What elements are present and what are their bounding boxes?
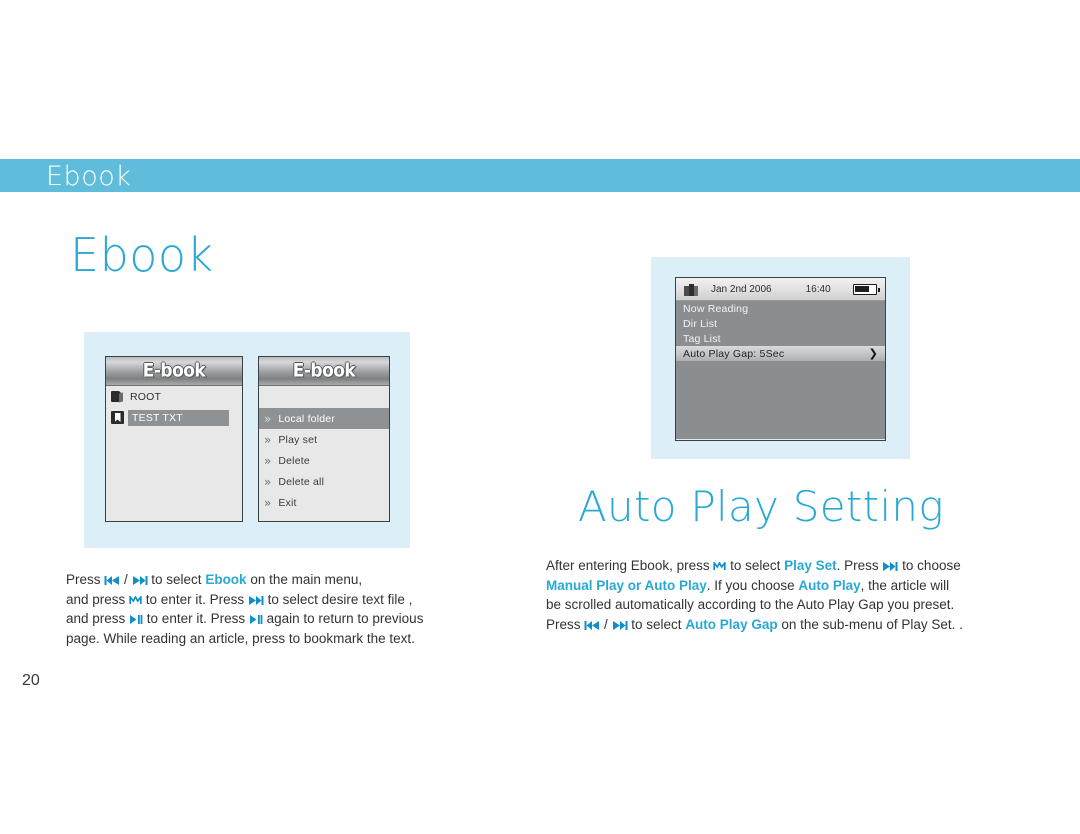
menu-item-delete-all[interactable]: » Delete all <box>259 471 389 492</box>
menu-item-label: Delete all <box>278 475 325 488</box>
text-fragment: and press <box>66 611 130 626</box>
chevron-right-icon: » <box>264 411 272 426</box>
device-titlebar: E-book <box>259 357 389 386</box>
text-fragment: / <box>120 572 132 587</box>
text-fragment: on the main menu, <box>246 572 363 587</box>
next-track-icon <box>882 562 898 571</box>
text-fragment: . Press <box>836 558 883 573</box>
next-track-icon <box>612 620 628 630</box>
play-set-item-dir-list[interactable]: Dir List <box>676 316 885 331</box>
text-fragment: page. While reading an article, press to… <box>66 630 415 646</box>
menu-item-label: Play set <box>278 433 318 446</box>
play-set-item-label: Tag List <box>683 332 721 345</box>
menu-spacer <box>259 386 389 408</box>
text-fragment: / <box>600 616 612 632</box>
play-set-item-label: Now Reading <box>683 302 749 315</box>
text-fragment: to enter it. Press <box>143 611 249 626</box>
device-body: ROOT TEST TXT <box>106 386 242 521</box>
menu-item-exit[interactable]: » Exit <box>259 492 389 513</box>
play-set-item-label: Auto Play Gap: 5Sec <box>683 347 785 360</box>
highlight-auto-play-gap: Auto Play Gap <box>685 616 778 632</box>
menu-item-delete[interactable]: » Delete <box>259 450 389 471</box>
next-track-icon <box>132 576 148 585</box>
text-fragment: be scrolled automatically according to t… <box>546 597 955 612</box>
list-item[interactable]: ROOT <box>106 386 242 407</box>
menu-item-label: Delete <box>278 454 310 467</box>
chevron-right-icon: ❯ <box>868 347 878 360</box>
text-fragment: to choose <box>898 558 961 573</box>
text-fragment: again to return to previous <box>262 611 424 626</box>
instructions-ebook: Press / to select Ebook on the main menu… <box>66 570 536 648</box>
menu-key-icon <box>713 562 726 571</box>
play-set-item-auto-play-gap[interactable]: Auto Play Gap: 5Sec ❯ <box>676 346 885 361</box>
device-body: » Local folder » Play set » Delete » Del… <box>259 386 389 521</box>
status-date: Jan 2nd 2006 <box>711 283 772 295</box>
text-fragment: After entering Ebook, press <box>546 558 714 573</box>
device-screen-ebook-menu: E-book » Local folder » Play set » Delet… <box>258 356 390 522</box>
play-set-item-label: Dir List <box>683 317 718 330</box>
subsection-title: Auto Play Setting <box>578 482 944 531</box>
next-track-icon <box>248 595 264 605</box>
chevron-right-icon: » <box>264 453 272 468</box>
play-pause-icon <box>129 615 143 624</box>
chevron-right-icon: » <box>264 495 272 510</box>
play-set-list: Now Reading Dir List Tag List Auto Play … <box>676 301 885 439</box>
device-status-bar: Jan 2nd 2006 16:40 <box>676 278 885 301</box>
text-fragment: to select desire text file , <box>263 591 413 607</box>
device-titlebar: E-book <box>106 357 242 386</box>
menu-item-play-set[interactable]: » Play set <box>259 429 389 450</box>
text-fragment: on the sub-menu of Play Set. . <box>777 616 963 632</box>
device-screen-play-set: Jan 2nd 2006 16:40 Now Reading Dir List … <box>675 277 886 441</box>
text-fragment: to select <box>726 558 785 573</box>
play-pause-icon <box>249 615 263 624</box>
play-set-item-tag-list[interactable]: Tag List <box>676 331 885 346</box>
text-fragment: and press <box>66 591 130 607</box>
text-fragment: . If you choose <box>706 577 799 593</box>
highlight-manual-auto-play: Manual Play or Auto Play <box>546 577 707 593</box>
chevron-right-icon: » <box>264 432 272 447</box>
text-fragment: to enter it. Press <box>142 591 248 607</box>
menu-item-local-folder[interactable]: » Local folder <box>259 408 389 429</box>
list-item-label: TEST TXT <box>128 409 229 426</box>
list-item-label: ROOT <box>130 390 162 403</box>
page-title: Ebook <box>70 228 214 282</box>
text-fragment: to select <box>627 616 686 632</box>
prev-track-icon <box>104 576 120 585</box>
header-title: Ebook <box>46 161 132 192</box>
device-title: E-book <box>142 359 206 383</box>
highlight-ebook: Ebook <box>205 572 247 587</box>
text-fragment: Press <box>66 572 105 587</box>
status-time: 16:40 <box>805 283 831 295</box>
page-header-bar: Ebook <box>0 159 1080 192</box>
battery-icon <box>853 284 880 295</box>
play-set-item-now-reading[interactable]: Now Reading <box>676 301 885 316</box>
books-icon <box>684 283 698 296</box>
menu-item-label: Local folder <box>278 412 336 425</box>
menu-item-label: Exit <box>278 496 297 509</box>
device-title: E-book <box>292 359 356 383</box>
chevron-right-icon: » <box>264 474 272 489</box>
folder-icon <box>111 390 124 403</box>
instructions-auto-play: After entering Ebook, press to select Pl… <box>546 556 1036 634</box>
text-fragment: to select <box>147 572 206 587</box>
text-file-icon <box>111 411 124 424</box>
text-fragment: , the article will <box>860 577 950 593</box>
device-screen-file-list: E-book ROOT TEST TXT <box>105 356 243 522</box>
highlight-auto-play: Auto Play <box>798 577 861 593</box>
text-fragment: Press <box>546 616 585 632</box>
list-item[interactable]: TEST TXT <box>106 407 242 428</box>
menu-key-icon <box>129 595 142 605</box>
prev-track-icon <box>584 620 600 630</box>
highlight-play-set: Play Set <box>784 558 837 573</box>
page-number: 20 <box>22 672 40 689</box>
